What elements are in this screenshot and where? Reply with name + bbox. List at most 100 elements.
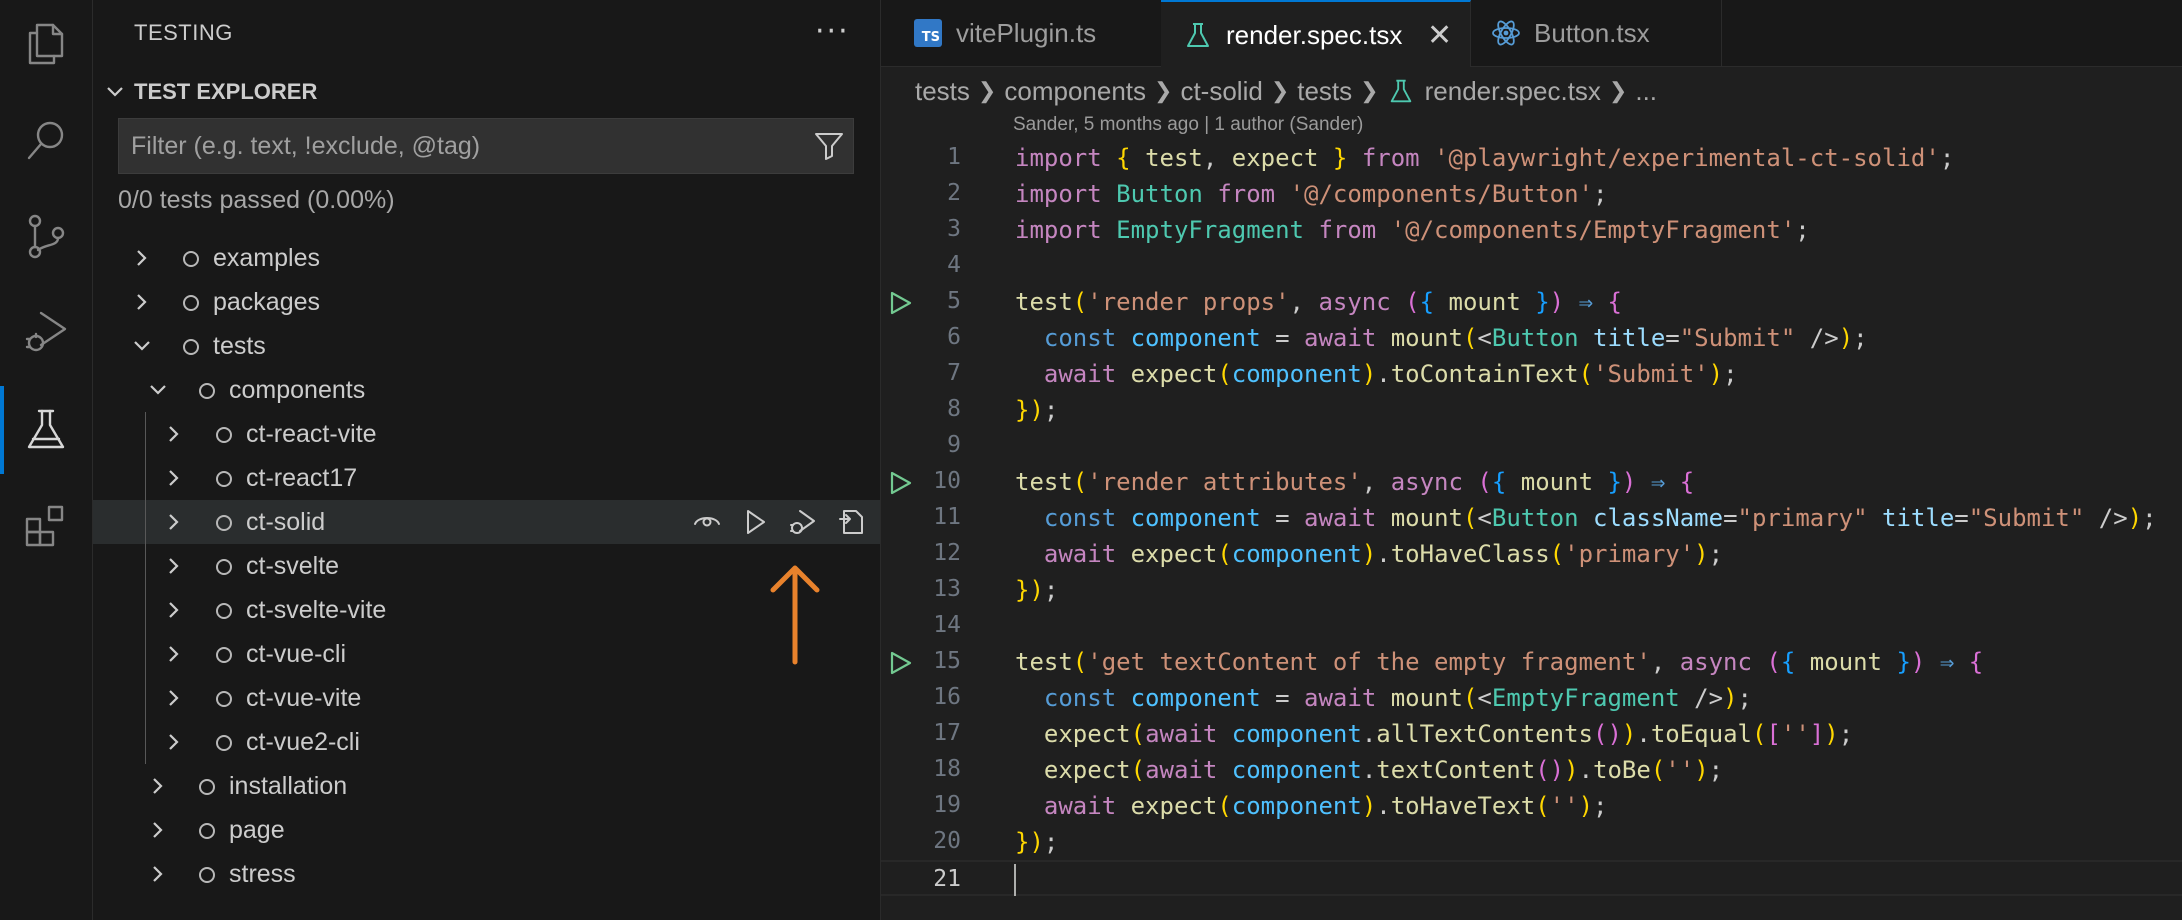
tab-button[interactable]: Button.tsx	[1471, 0, 1722, 66]
filter-icon[interactable]	[813, 131, 845, 161]
breadcrumb-separator: ❯	[1154, 78, 1173, 103]
chevron-right-icon[interactable]	[164, 644, 184, 664]
extensions-icon[interactable]	[0, 482, 92, 570]
test-status-icon	[199, 823, 215, 839]
go-to-file-icon[interactable]	[829, 504, 873, 540]
code-line[interactable]: 2 import Button from '@/components/Button…	[881, 176, 2182, 212]
typescript-icon: TS	[914, 19, 942, 47]
code-line[interactable]: 18 expect(await component.textContent())…	[881, 752, 2182, 788]
code-line[interactable]: 9	[881, 428, 2182, 464]
chevron-right-icon[interactable]	[148, 820, 168, 840]
tree-item-stress[interactable]: stress	[93, 852, 880, 896]
breadcrumb-item[interactable]: tests	[1297, 76, 1352, 107]
tree-item-installation[interactable]: installation	[93, 764, 880, 808]
code-line[interactable]: 13});	[881, 572, 2182, 608]
tree-item-ct-svelte-vite[interactable]: ct-svelte-vite	[93, 588, 880, 632]
code-line[interactable]: 14	[881, 608, 2182, 644]
code-line[interactable]: 15 test('get textContent of the empty fra…	[881, 644, 2182, 680]
code-line[interactable]: 21	[881, 860, 2182, 896]
chevron-right-icon[interactable]	[164, 556, 184, 576]
tab-bar: TS vitePlugin.ts render.spec.tsx ✕ Butto…	[881, 0, 2182, 67]
tree-item-ct-svelte[interactable]: ct-svelte	[93, 544, 880, 588]
line-number: 9	[947, 432, 961, 458]
tree-item-examples[interactable]: examples	[93, 236, 880, 280]
codelens-author[interactable]: Sander, 5 months ago | 1 author (Sander)	[1013, 114, 1363, 136]
chevron-right-icon[interactable]	[164, 424, 184, 444]
chevron-right-icon[interactable]	[132, 292, 152, 312]
tab-vite-plugin[interactable]: TS vitePlugin.ts	[881, 0, 1162, 66]
code-line[interactable]: 4	[881, 248, 2182, 284]
code-line[interactable]: 10 test('render attributes', async ({ mou…	[881, 464, 2182, 500]
chevron-right-icon[interactable]	[164, 600, 184, 620]
code-line[interactable]: 11 const component = await mount(<Button…	[881, 500, 2182, 536]
code-line[interactable]: 19 await expect(component).toHaveText(''…	[881, 788, 2182, 824]
close-icon[interactable]: ✕	[1427, 18, 1452, 53]
breadcrumb-separator: ❯	[977, 78, 997, 103]
breadcrumb-item[interactable]: render.spec.tsx	[1425, 76, 1601, 107]
run-icon[interactable]	[733, 504, 777, 540]
code-line[interactable]: 6 const component = await mount(<Button …	[881, 320, 2182, 356]
code-text: test('render attributes', async ({ mount…	[1015, 468, 1695, 496]
tab-label: Button.tsx	[1534, 18, 1650, 48]
indent-guide	[145, 412, 146, 764]
code-line[interactable]: 16 const component = await mount(<EmptyF…	[881, 680, 2182, 716]
tree-item-ct-solid[interactable]: ct-solid	[93, 500, 880, 544]
breadcrumb-item[interactable]: components	[1004, 76, 1146, 107]
breadcrumb-separator: ❯	[1360, 78, 1379, 103]
chevron-right-icon[interactable]	[132, 248, 152, 268]
explorer-icon[interactable]	[0, 0, 92, 88]
code-line[interactable]: 3 import EmptyFragment from '@/components…	[881, 212, 2182, 248]
line-number: 7	[947, 360, 961, 386]
tree-item-label: installation	[229, 772, 348, 800]
chevron-right-icon[interactable]	[164, 688, 184, 708]
react-icon	[1492, 20, 1520, 46]
eye-icon[interactable]	[685, 504, 729, 540]
run-debug-icon[interactable]	[0, 288, 92, 376]
chevron-right-icon[interactable]	[164, 512, 184, 532]
tree-item-ct-react17[interactable]: ct-react17	[93, 456, 880, 500]
tree-item-components[interactable]: components	[93, 368, 880, 412]
line-number: 6	[947, 324, 961, 350]
more-actions-icon[interactable]: ···	[815, 14, 850, 49]
chevron-right-icon[interactable]	[148, 864, 168, 884]
chevron-right-icon[interactable]	[164, 468, 184, 488]
breadcrumb-item[interactable]: ct-solid	[1180, 76, 1262, 107]
tree-item-label: page	[229, 816, 285, 844]
chevron-down-icon[interactable]	[132, 336, 152, 356]
code-line[interactable]: 20});	[881, 824, 2182, 860]
code-text: await expect(component).toHaveClass('pri…	[1043, 540, 1724, 568]
line-number: 21	[933, 866, 961, 892]
chevron-right-icon[interactable]	[164, 732, 184, 752]
tree-item-ct-vue2-cli[interactable]: ct-vue2-cli	[93, 720, 880, 764]
filter-input[interactable]	[119, 119, 799, 173]
source-control-icon[interactable]	[0, 192, 92, 280]
tree-item-ct-react-vite[interactable]: ct-react-vite	[93, 412, 880, 456]
line-number: 4	[947, 252, 961, 278]
breadcrumb-item[interactable]: ...	[1635, 76, 1657, 107]
code-line[interactable]: 17 expect(await component.allTextContent…	[881, 716, 2182, 752]
tree-item-ct-vue-vite[interactable]: ct-vue-vite	[93, 676, 880, 720]
debug-icon[interactable]	[781, 504, 825, 540]
tree-item-ct-vue-cli[interactable]: ct-vue-cli	[93, 632, 880, 676]
tab-render-spec[interactable]: render.spec.tsx ✕	[1161, 0, 1471, 67]
test-explorer-header[interactable]: TEST EXPLORER	[93, 70, 880, 112]
chevron-down-icon[interactable]	[148, 380, 168, 400]
breadcrumb-item[interactable]: tests	[915, 76, 970, 107]
chevron-down-icon	[107, 87, 123, 97]
test-status-icon	[216, 559, 232, 575]
code-line[interactable]: 5 test('render props', async ({ mount }) …	[881, 284, 2182, 320]
test-status-icon	[216, 691, 232, 707]
tree-item-label: packages	[213, 288, 321, 316]
testing-icon[interactable]	[0, 386, 92, 474]
code-line[interactable]: 7 await expect(component).toContainText(…	[881, 356, 2182, 392]
breadcrumb: tests ❯ components ❯ ct-solid ❯ tests ❯ …	[915, 74, 1657, 108]
tree-item-page[interactable]: page	[93, 808, 880, 852]
tree-item-tests[interactable]: tests	[93, 324, 880, 368]
code-line[interactable]: 1 import { test, expect } from '@playwrig…	[881, 140, 2182, 176]
chevron-right-icon[interactable]	[148, 776, 168, 796]
code-line[interactable]: 8});	[881, 392, 2182, 428]
tree-item-packages[interactable]: packages	[93, 280, 880, 324]
code-text: const component = await mount(<Button ti…	[1043, 324, 1868, 352]
search-icon[interactable]	[0, 96, 92, 184]
code-line[interactable]: 12 await expect(component).toHaveClass('…	[881, 536, 2182, 572]
